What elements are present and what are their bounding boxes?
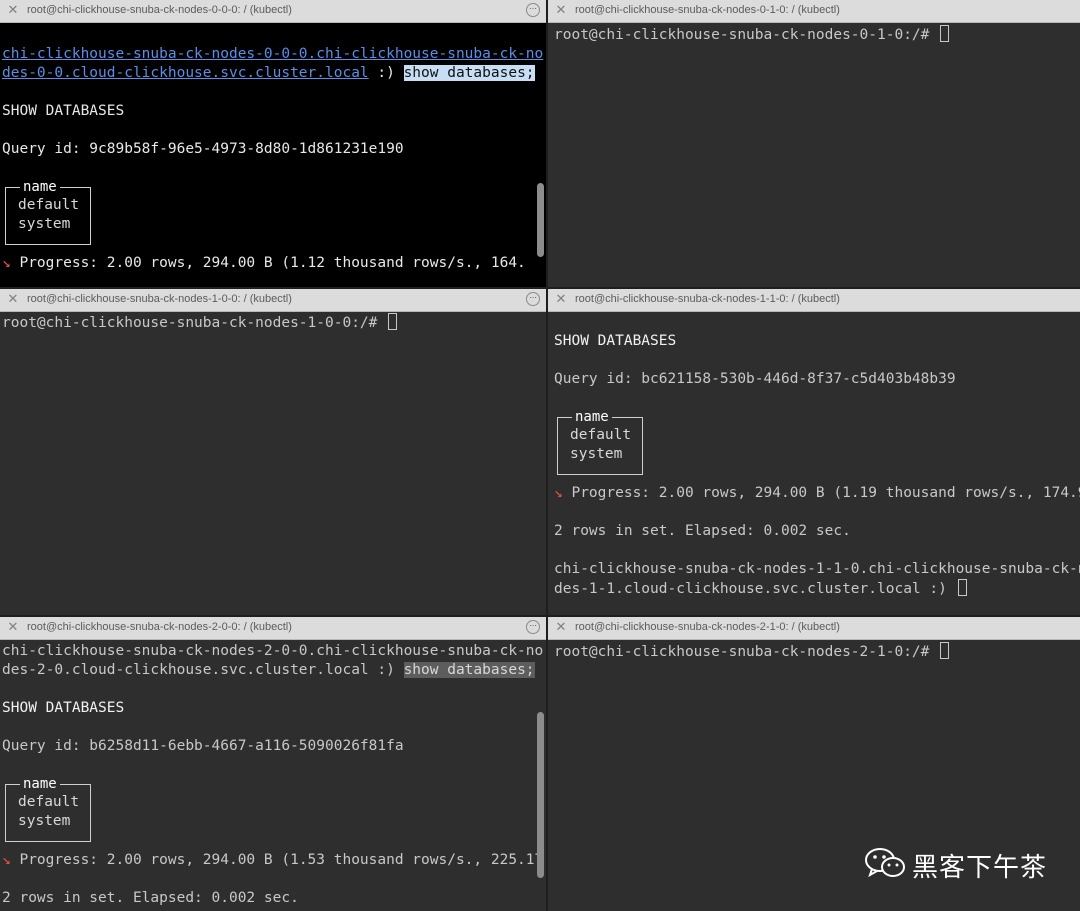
shell-prompt: root@chi-clickhouse-snuba-ck-nodes-1-0-0… xyxy=(2,313,398,333)
cursor xyxy=(940,642,950,659)
query-id: Query id: bc621158-530b-446d-8f37-c5d403… xyxy=(554,371,956,387)
more-icon[interactable]: ⋯ xyxy=(526,292,540,306)
close-icon[interactable]: ✕ xyxy=(554,620,568,634)
terminal-output[interactable]: SHOW DATABASES Query id: bc621158-530b-4… xyxy=(548,312,1080,615)
terminal-output[interactable]: chi-clickhouse-snuba-ck-nodes-2-0-0.chi-… xyxy=(0,640,546,911)
wechat-icon xyxy=(865,848,905,878)
progress-arrow-icon: ↘ xyxy=(554,485,563,501)
result-summary: 2 rows in set. Elapsed: 0.002 sec. xyxy=(554,523,851,539)
tab-bar[interactable]: ✕ root@chi-clickhouse-snuba-ck-nodes-2-1… xyxy=(548,617,1080,640)
progress-arrow-icon: ↘ xyxy=(2,255,11,271)
terminal-pane-0-1-0[interactable]: ✕ root@chi-clickhouse-snuba-ck-nodes-0-1… xyxy=(548,0,1080,287)
terminal-output[interactable]: root@chi-clickhouse-snuba-ck-nodes-1-0-0… xyxy=(0,312,546,615)
close-icon[interactable]: ✕ xyxy=(6,3,20,17)
query-echo: SHOW DATABASES xyxy=(554,333,677,349)
progress-arrow-icon: ↘ xyxy=(2,852,11,868)
prompt-line: chi-clickhouse-snuba-ck-nodes-0-0-0.chi-… xyxy=(2,45,543,64)
more-icon[interactable]: ⋯ xyxy=(526,620,540,634)
progress-line: ↘ Progress: 2.00 rows, 294.00 B (1.53 th… xyxy=(2,852,544,868)
table-row: default xyxy=(18,197,80,213)
more-icon[interactable]: ⋯ xyxy=(526,3,540,17)
tab-bar[interactable]: ✕ root@chi-clickhouse-snuba-ck-nodes-1-0… xyxy=(0,289,546,312)
cursor xyxy=(940,25,950,42)
shell-prompt: root@chi-clickhouse-snuba-ck-nodes-2-1-0… xyxy=(554,642,950,662)
tab-bar[interactable]: ✕ root@chi-clickhouse-snuba-ck-nodes-0-1… xyxy=(548,0,1080,23)
tab-title[interactable]: root@chi-clickhouse-snuba-ck-nodes-0-1-0… xyxy=(575,4,840,16)
prompt-host-link[interactable]: des-0-0.cloud-clickhouse.svc.cluster.loc… xyxy=(2,65,369,81)
close-icon[interactable]: ✕ xyxy=(6,292,20,306)
watermark: 黑客下午茶 xyxy=(864,845,1054,883)
scrollbar[interactable] xyxy=(537,712,544,878)
terminal-output[interactable]: chi-clickhouse-snuba-ck-nodes-0-0-0.chi-… xyxy=(0,23,546,287)
shell-prompt: root@chi-clickhouse-snuba-ck-nodes-0-1-0… xyxy=(554,25,950,45)
progress-line: ↘ Progress: 2.00 rows, 294.00 B (1.12 th… xyxy=(2,255,526,271)
prompt-line: chi-clickhouse-snuba-ck-nodes-1-1-0.chi-… xyxy=(554,561,1080,577)
terminal-pane-2-0-0[interactable]: ✕ root@chi-clickhouse-snuba-ck-nodes-2-0… xyxy=(0,617,546,911)
prompt-line: chi-clickhouse-snuba-ck-nodes-2-0-0.chi-… xyxy=(2,643,544,659)
query-id: Query id: 9c89b58f-96e5-4973-8d80-1d8612… xyxy=(2,141,404,157)
close-icon[interactable]: ✕ xyxy=(554,3,568,17)
terminal-pane-1-1-0[interactable]: ✕ root@chi-clickhouse-snuba-ck-nodes-1-1… xyxy=(548,289,1080,615)
selected-command: show databases; xyxy=(403,65,535,81)
terminal-output[interactable]: root@chi-clickhouse-snuba-ck-nodes-0-1-0… xyxy=(548,23,1080,287)
progress-line: ↘ Progress: 2.00 rows, 294.00 B (1.19 th… xyxy=(554,485,1080,501)
table-row: system xyxy=(18,813,71,829)
prompt-line: des-1-1.cloud-clickhouse.svc.cluster.loc… xyxy=(554,579,967,599)
column-header: name xyxy=(20,178,60,197)
tab-bar[interactable]: ✕ root@chi-clickhouse-snuba-ck-nodes-0-0… xyxy=(0,0,546,23)
table-row: system xyxy=(18,216,71,232)
cursor xyxy=(957,579,967,596)
cursor xyxy=(388,313,398,330)
tab-title[interactable]: root@chi-clickhouse-snuba-ck-nodes-1-0-0… xyxy=(27,293,292,305)
prompt-line: des-0-0.cloud-clickhouse.svc.cluster.loc… xyxy=(2,65,535,81)
tab-title[interactable]: root@chi-clickhouse-snuba-ck-nodes-0-0-0… xyxy=(27,4,292,16)
terminal-pane-1-0-0[interactable]: ✕ root@chi-clickhouse-snuba-ck-nodes-1-0… xyxy=(0,289,546,615)
tab-bar[interactable]: ✕ root@chi-clickhouse-snuba-ck-nodes-2-0… xyxy=(0,617,546,640)
query-echo: SHOW DATABASES xyxy=(2,103,125,119)
close-icon[interactable]: ✕ xyxy=(6,620,20,634)
result-summary: 2 rows in set. Elapsed: 0.002 sec. xyxy=(2,890,299,906)
query-id: Query id: b6258d11-6ebb-4667-a116-509002… xyxy=(2,738,404,754)
selected-command: show databases; xyxy=(403,662,535,678)
tab-title[interactable]: root@chi-clickhouse-snuba-ck-nodes-1-1-0… xyxy=(575,293,840,305)
table-row: system xyxy=(570,446,623,462)
table-row: default xyxy=(570,427,632,443)
table-row: default xyxy=(18,794,80,810)
query-echo: SHOW DATABASES xyxy=(2,700,125,716)
terminal-pane-0-0-0[interactable]: ✕ root@chi-clickhouse-snuba-ck-nodes-0-0… xyxy=(0,0,546,287)
watermark-text: 黑客下午茶 xyxy=(912,853,1048,883)
column-header: name xyxy=(572,408,612,427)
prompt-host-link[interactable]: chi-clickhouse-snuba-ck-nodes-0-0-0.chi-… xyxy=(2,46,543,62)
prompt-line: des-2-0.cloud-clickhouse.svc.cluster.loc… xyxy=(2,662,535,678)
close-icon[interactable]: ✕ xyxy=(554,292,568,306)
tab-title[interactable]: root@chi-clickhouse-snuba-ck-nodes-2-1-0… xyxy=(575,621,840,633)
column-header: name xyxy=(20,775,60,794)
tab-title[interactable]: root@chi-clickhouse-snuba-ck-nodes-2-0-0… xyxy=(27,621,292,633)
scrollbar[interactable] xyxy=(537,183,544,257)
tab-bar[interactable]: ✕ root@chi-clickhouse-snuba-ck-nodes-1-1… xyxy=(548,289,1080,312)
